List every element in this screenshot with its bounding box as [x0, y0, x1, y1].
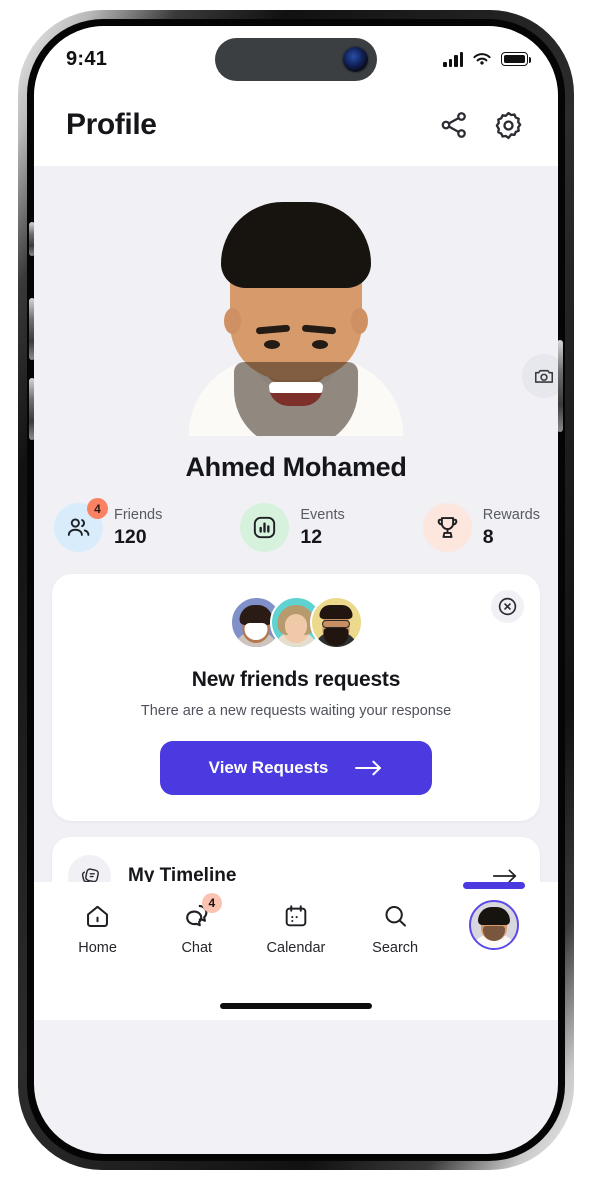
cellular-signal-icon — [443, 51, 463, 67]
status-indicators — [443, 51, 532, 67]
bottom-navigation: Home 4 Chat Calendar Search — [34, 882, 558, 1020]
profile-name: Ahmed Mohamed — [185, 452, 407, 482]
calendar-icon — [283, 900, 309, 932]
app-header: Profile — [34, 84, 558, 166]
stat-value: 12 — [300, 526, 323, 549]
profile-photo-section — [34, 166, 558, 436]
users-icon: 4 — [54, 498, 108, 552]
trophy-icon — [422, 503, 472, 552]
active-tab-indicator — [463, 882, 526, 889]
chat-badge: 4 — [201, 893, 222, 913]
home-icon — [84, 900, 111, 932]
chart-icon — [240, 503, 290, 552]
gear-icon[interactable] — [492, 109, 524, 141]
close-circle-icon[interactable] — [491, 590, 524, 623]
nav-item-chat[interactable]: 4 Chat — [155, 893, 239, 956]
nav-item-profile[interactable] — [452, 882, 536, 950]
request-avatars — [72, 596, 520, 649]
nav-label: Chat — [181, 940, 213, 956]
requests-title: New friends requests — [191, 668, 401, 691]
stat-label: Rewards — [482, 506, 540, 523]
nav-item-search[interactable]: Search — [353, 900, 437, 956]
profile-content: Ahmed Mohamed 4 Friends 120 Events 12 Re… — [34, 166, 558, 1020]
status-bar: 9:41 — [34, 26, 558, 84]
stat-value: 120 — [114, 526, 147, 549]
dynamic-island — [215, 38, 377, 81]
stat-friends[interactable]: 4 Friends 120 — [54, 498, 163, 552]
header-actions — [438, 109, 524, 141]
phone-screen: 9:41 Profile Ahmed Mohamed 4 Friends 120… — [34, 26, 558, 1154]
friend-requests-card: New friends requests There are a new req… — [52, 574, 540, 821]
profile-photo[interactable] — [188, 184, 404, 436]
chat-icon: 4 — [183, 893, 222, 932]
nav-item-home[interactable]: Home — [56, 900, 140, 956]
nav-label: Home — [78, 940, 117, 956]
search-icon — [382, 900, 409, 932]
stat-label: Events — [300, 506, 345, 523]
phone-frame: 9:41 Profile Ahmed Mohamed 4 Friends 120… — [18, 10, 574, 1170]
home-indicator — [220, 1003, 372, 1009]
nav-label: Search — [372, 940, 419, 956]
stats-row: 4 Friends 120 Events 12 Rewards 8 — [34, 483, 558, 552]
battery-icon — [501, 52, 532, 66]
front-camera-icon — [343, 47, 368, 72]
arrow-right-icon — [355, 760, 382, 776]
wifi-icon — [473, 52, 491, 65]
stat-rewards[interactable]: Rewards 8 — [422, 503, 540, 552]
status-time: 9:41 — [66, 47, 108, 70]
page-title: Profile — [66, 108, 157, 141]
phone-bezel: 9:41 Profile Ahmed Mohamed 4 Friends 120… — [27, 19, 565, 1161]
stat-label: Friends — [114, 506, 163, 523]
view-requests-button[interactable]: View Requests — [160, 741, 432, 795]
share-icon[interactable] — [438, 109, 470, 141]
stat-value: 8 — [482, 526, 494, 549]
stat-events[interactable]: Events 12 — [240, 503, 345, 552]
nav-item-calendar[interactable]: Calendar — [254, 900, 338, 956]
camera-icon[interactable] — [522, 354, 558, 398]
friends-badge: 4 — [87, 498, 108, 519]
view-requests-label: View Requests — [208, 758, 329, 777]
requests-subtitle: There are a new requests waiting your re… — [140, 703, 452, 719]
avatar-bearded-man[interactable] — [309, 596, 363, 649]
nav-label: Calendar — [266, 940, 326, 956]
profile-avatar — [469, 900, 520, 950]
